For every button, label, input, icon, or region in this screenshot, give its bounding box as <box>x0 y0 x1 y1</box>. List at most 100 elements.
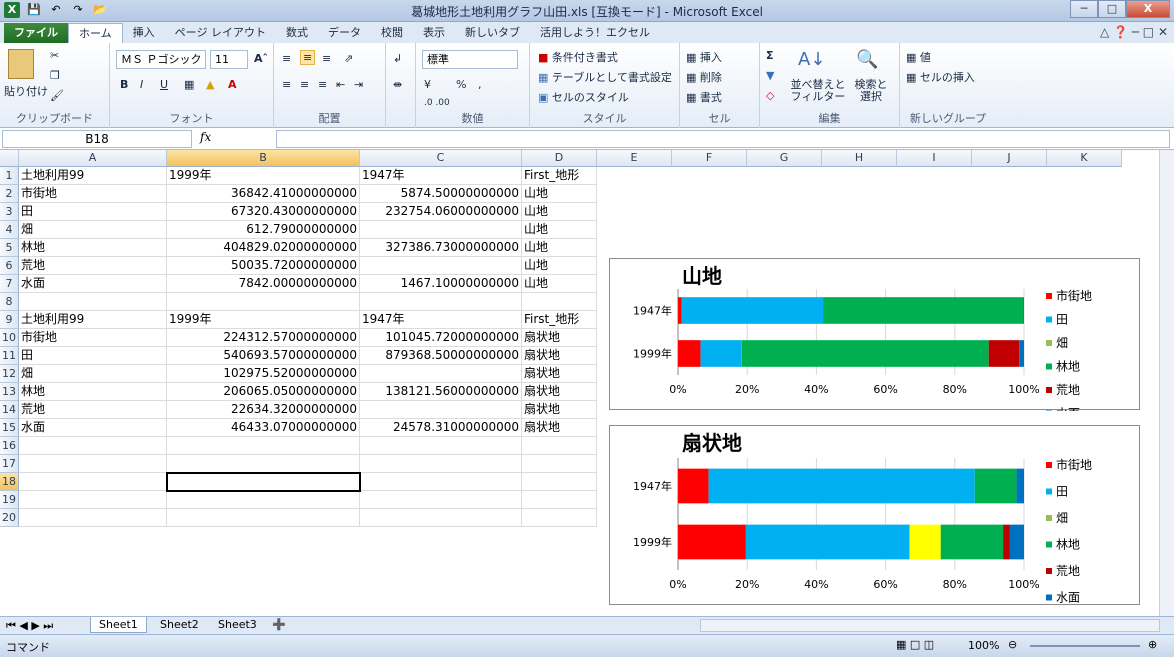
column-header-F[interactable]: F <box>672 150 747 167</box>
tab-formulas[interactable]: 数式 <box>276 23 318 43</box>
align-center-icon[interactable]: ≡ <box>300 78 309 91</box>
row-header-16[interactable]: 16 <box>0 437 19 455</box>
cell-A14[interactable]: 荒地 <box>19 401 167 419</box>
column-header-J[interactable]: J <box>972 150 1047 167</box>
font-size-select[interactable]: 11 <box>210 50 248 69</box>
cell-A13[interactable]: 林地 <box>19 383 167 401</box>
row-header-5[interactable]: 5 <box>0 239 19 257</box>
cell-A6[interactable]: 荒地 <box>19 257 167 275</box>
sort-filter-button[interactable]: 並べ替えと フィルター <box>790 79 846 103</box>
row-header-13[interactable]: 13 <box>0 383 19 401</box>
cell-A15[interactable]: 水面 <box>19 419 167 437</box>
zoom-slider[interactable] <box>1030 645 1140 647</box>
custom-value-button[interactable]: ▦ 値 <box>906 49 931 65</box>
cell-C10[interactable]: 101045.72000000000 <box>360 329 522 347</box>
cell-D5[interactable]: 山地 <box>522 239 597 257</box>
cell-A17[interactable] <box>19 455 167 473</box>
cell-D2[interactable]: 山地 <box>522 185 597 203</box>
row-header-11[interactable]: 11 <box>0 347 19 365</box>
cell-C15[interactable]: 24578.31000000000 <box>360 419 522 437</box>
tab-page-layout[interactable]: ページ レイアウト <box>165 23 276 43</box>
zoom-level[interactable]: 100% <box>968 639 999 652</box>
row-header-9[interactable]: 9 <box>0 311 19 329</box>
row-header-10[interactable]: 10 <box>0 329 19 347</box>
tab-data[interactable]: データ <box>318 23 371 43</box>
cell-D1[interactable]: First_地形 <box>522 167 597 185</box>
row-header-8[interactable]: 8 <box>0 293 19 311</box>
column-header-D[interactable]: D <box>522 150 597 167</box>
cell-B20[interactable] <box>167 509 360 527</box>
sheet-tab-2[interactable]: Sheet2 <box>154 618 205 631</box>
cell-A2[interactable]: 市街地 <box>19 185 167 203</box>
cell-styles-button[interactable]: ▣ セルのスタイル <box>538 89 629 105</box>
minimize-button[interactable]: ─ <box>1070 0 1098 18</box>
formula-input[interactable] <box>276 130 1170 148</box>
align-bottom-icon[interactable]: ≡ <box>322 52 331 65</box>
column-header-A[interactable]: A <box>19 150 167 167</box>
cell-C8[interactable] <box>360 293 522 311</box>
merge-icon[interactable]: ⇼ <box>393 78 402 91</box>
cell-C12[interactable] <box>360 365 522 383</box>
cell-B2[interactable]: 36842.41000000000 <box>167 185 360 203</box>
cell-D19[interactable] <box>522 491 597 509</box>
maximize-button[interactable]: □ <box>1098 0 1126 18</box>
cell-C9[interactable]: 1947年 <box>360 311 522 329</box>
cell-A11[interactable]: 田 <box>19 347 167 365</box>
cell-B4[interactable]: 612.79000000000 <box>167 221 360 239</box>
cell-A3[interactable]: 田 <box>19 203 167 221</box>
cell-B15[interactable]: 46433.07000000000 <box>167 419 360 437</box>
cell-C11[interactable]: 879368.50000000000 <box>360 347 522 365</box>
wrap-text-icon[interactable]: ↲ <box>393 52 402 65</box>
cell-C7[interactable]: 1467.10000000000 <box>360 275 522 293</box>
help-icon[interactable]: △ ❓ ─ □ ✕ <box>1100 23 1174 43</box>
column-header-I[interactable]: I <box>897 150 972 167</box>
font-name-select[interactable]: ＭＳ Ｐゴシック <box>116 50 206 69</box>
align-middle-icon[interactable]: ≡ <box>300 50 316 65</box>
grow-font-icon[interactable]: Aˆ <box>254 52 268 65</box>
tab-file[interactable]: ファイル <box>4 23 68 43</box>
column-header-C[interactable]: C <box>360 150 522 167</box>
chart-mountain[interactable]: 山地 0% 20% 40% 60% 80% 100% 1947年 1999年 市街地田畑林地荒地水… <box>609 258 1140 421</box>
zoom-out-icon[interactable]: ⊖ <box>1008 638 1017 651</box>
cell-B16[interactable] <box>167 437 360 455</box>
name-box[interactable]: B18 <box>2 130 192 148</box>
number-format-select[interactable]: 標準 <box>422 50 518 69</box>
vertical-scrollbar[interactable] <box>1159 150 1174 616</box>
custom-insert-cell-button[interactable]: ▦ セルの挿入 <box>906 69 975 85</box>
cell-A8[interactable] <box>19 293 167 311</box>
view-buttons[interactable]: ▦ □ ◫ <box>896 638 934 651</box>
row-header-12[interactable]: 12 <box>0 365 19 383</box>
cell-A19[interactable] <box>19 491 167 509</box>
cell-B5[interactable]: 404829.02000000000 <box>167 239 360 257</box>
cell-D13[interactable]: 扇状地 <box>522 383 597 401</box>
align-left-icon[interactable]: ≡ <box>282 78 291 91</box>
select-all-corner[interactable] <box>0 150 19 167</box>
cell-A20[interactable] <box>19 509 167 527</box>
chart-fan[interactable]: 扇状地 0% 20% 40% 60% 80% 100% 1947年 1999年 市街地田畑林地 荒地… <box>609 425 1140 605</box>
column-header-H[interactable]: H <box>822 150 897 167</box>
cell-D16[interactable] <box>522 437 597 455</box>
tab-review[interactable]: 校閲 <box>371 23 413 43</box>
border-icon[interactable]: ▦ <box>184 78 194 91</box>
currency-icon[interactable]: ¥ <box>424 78 431 91</box>
close-button[interactable]: X <box>1126 0 1170 18</box>
cell-D17[interactable] <box>522 455 597 473</box>
cell-A1[interactable]: 土地利用99 <box>19 167 167 185</box>
tab-view[interactable]: 表示 <box>413 23 455 43</box>
italic-button[interactable]: I <box>140 78 143 91</box>
cell-C16[interactable] <box>360 437 522 455</box>
percent-button[interactable]: % <box>456 78 466 91</box>
format-as-table-button[interactable]: ▦ テーブルとして書式設定 <box>538 69 672 85</box>
cell-C20[interactable] <box>360 509 522 527</box>
cell-B12[interactable]: 102975.52000000000 <box>167 365 360 383</box>
cell-B11[interactable]: 540693.57000000000 <box>167 347 360 365</box>
row-header-15[interactable]: 15 <box>0 419 19 437</box>
column-header-K[interactable]: K <box>1047 150 1122 167</box>
horizontal-scrollbar[interactable] <box>700 619 1160 632</box>
cell-C3[interactable]: 232754.06000000000 <box>360 203 522 221</box>
cell-A4[interactable]: 畑 <box>19 221 167 239</box>
cell-B9[interactable]: 1999年 <box>167 311 360 329</box>
delete-cells-button[interactable]: ▦ 削除 <box>686 69 722 85</box>
sheet-nav-icon[interactable]: ⏮ ◀ ▶ ⏭ <box>6 619 53 633</box>
cell-D4[interactable]: 山地 <box>522 221 597 239</box>
